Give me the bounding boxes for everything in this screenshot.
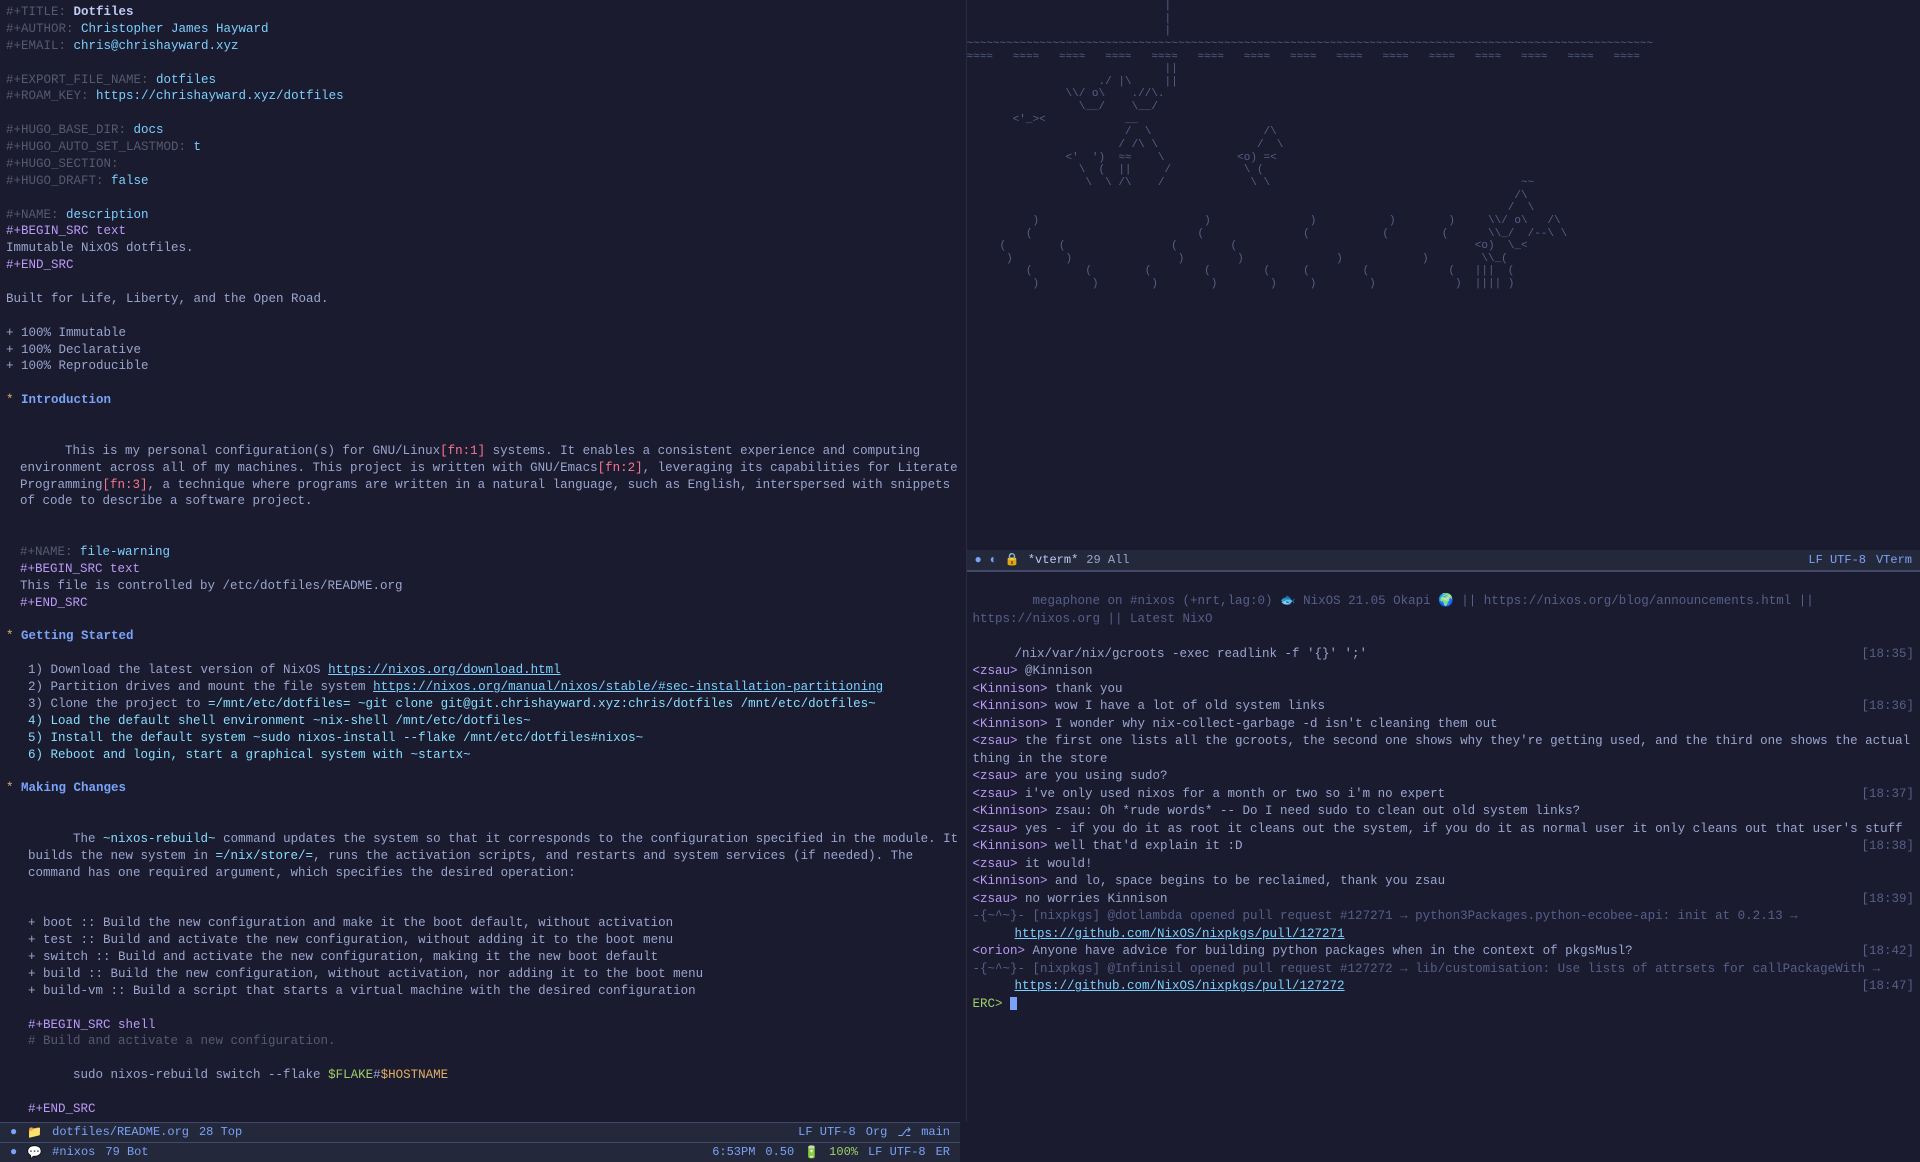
footnote-1[interactable]: [fn:1]	[440, 444, 485, 458]
end-src: #+END_SRC	[6, 258, 74, 272]
irc-message: <Kinnison> well that'd explain it :D[18:…	[973, 838, 1915, 856]
list-item: + switch :: Build and activate the new c…	[6, 949, 960, 966]
modified-indicator-icon: ●	[10, 1125, 17, 1139]
buffer-file: dotfiles/README.org	[52, 1125, 189, 1139]
irc-message: <zsau> @Kinnison	[973, 663, 1915, 681]
irc-timestamp: [18:36]	[1861, 698, 1914, 716]
git-branch: main	[921, 1125, 950, 1140]
org-editor-pane[interactable]: #+TITLE: Dotfiles #+AUTHOR: Christopher …	[0, 0, 967, 1122]
folder-icon: 📁	[27, 1125, 42, 1140]
chat-icon: 💬	[27, 1145, 42, 1160]
buffer-position: 79 Bot	[105, 1145, 148, 1159]
heading-making-changes[interactable]: Making Changes	[21, 781, 126, 795]
irc-nick: <Kinnison>	[973, 699, 1048, 713]
modified-indicator-icon: ●	[975, 553, 982, 567]
irc-pane[interactable]: megaphone on #nixos (+nrt,lag:0) 🐟 NixOS…	[967, 570, 1920, 1122]
irc-nick: <Kinnison>	[973, 874, 1048, 888]
major-mode: Org	[866, 1125, 888, 1140]
irc-message: <zsau> i've only used nixos for a month …	[973, 786, 1915, 804]
irc-message: <Kinnison> I wonder why nix-collect-garb…	[973, 716, 1915, 734]
irc-nick: <zsau>	[973, 769, 1018, 783]
list-item: + test :: Build and activate the new con…	[6, 932, 960, 949]
irc-nick: <Kinnison>	[973, 804, 1048, 818]
footnote-3[interactable]: [fn:3]	[103, 478, 148, 492]
heading-star[interactable]: *	[6, 781, 21, 795]
right-modeline: ● 💬 #nixos 79 Bot 6:53PM 0.50 🔋 100% LF …	[0, 1142, 960, 1162]
vterm-modeline: ● ◐ 🔒 *vterm* 29 All LF UTF-8 VTerm	[967, 550, 1920, 570]
load-average: 0.50	[765, 1145, 794, 1160]
irc-timestamp: [18:37]	[1861, 786, 1914, 804]
doc-author: Christopher James Hayward	[81, 22, 269, 36]
encoding: LF UTF-8	[868, 1145, 926, 1160]
buffer-name: *vterm*	[1028, 553, 1078, 567]
irc-nick: <orion>	[973, 944, 1026, 958]
bullet: + 100% Declarative	[6, 342, 960, 359]
list-item: + build-vm :: Build a script that starts…	[6, 983, 960, 1000]
irc-nick: <Kinnison>	[973, 682, 1048, 696]
bullet: + 100% Immutable	[6, 325, 960, 342]
irc-message: <zsau> yes - if you do it as root it cle…	[973, 821, 1915, 839]
partition-link[interactable]: https://nixos.org/manual/nixos/stable/#s…	[373, 680, 883, 694]
irc-message: <Kinnison> thank you	[973, 681, 1915, 699]
channel-name: #nixos	[52, 1145, 95, 1159]
bullet: + 100% Reproducible	[6, 358, 960, 375]
irc-nick: <zsau>	[973, 857, 1018, 871]
major-mode: ER	[936, 1145, 950, 1160]
vterm-pane[interactable]: | | | ~~~~~~~~~~~~~~~~~~~~~~~~~~~~~~~~~~…	[967, 0, 1920, 550]
irc-timestamp: [18:35]	[1861, 646, 1914, 664]
git-branch-icon: ⎇	[897, 1125, 911, 1140]
download-link[interactable]: https://nixos.org/download.html	[328, 663, 561, 677]
irc-timestamp: [18:39]	[1861, 891, 1914, 909]
list-item: + build :: Build the new configuration, …	[6, 966, 960, 983]
battery-percent: 100%	[829, 1145, 858, 1160]
irc-message: <zsau> the first one lists all the gcroo…	[973, 733, 1915, 768]
lock-icon: 🔒	[1005, 552, 1020, 567]
list-item: + boot :: Build the new configuration an…	[6, 915, 960, 932]
doc-email: chris@chrishayward.xyz	[74, 39, 239, 53]
heading-introduction[interactable]: Introduction	[21, 393, 111, 407]
pr-link[interactable]: https://github.com/NixOS/nixpkgs/pull/12…	[1015, 979, 1345, 993]
irc-message: <zsau> no worries Kinnison[18:39]	[973, 891, 1915, 909]
modified-indicator-icon: ●	[10, 1145, 17, 1159]
irc-nick: <zsau>	[973, 892, 1018, 906]
buffer-position: 28 Top	[199, 1125, 242, 1139]
irc-nick: <Kinnison>	[973, 717, 1048, 731]
irc-message: <zsau> are you using sudo?	[973, 768, 1915, 786]
irc-message: <zsau> it would!	[973, 856, 1915, 874]
left-modeline: ● 📁 dotfiles/README.org 28 Top LF UTF-8 …	[0, 1122, 960, 1142]
org-keyword: #+TITLE:	[6, 5, 66, 19]
erc-prompt: ERC>	[973, 997, 1011, 1011]
footnote-2[interactable]: [fn:2]	[598, 461, 643, 475]
begin-src: #+BEGIN_SRC text	[6, 224, 126, 238]
irc-timestamp: [18:38]	[1861, 838, 1914, 856]
irc-nick: <zsau>	[973, 734, 1018, 748]
irc-nick: <Kinnison>	[973, 839, 1048, 853]
heading-star[interactable]: *	[6, 393, 21, 407]
irc-nick: <zsau>	[973, 664, 1018, 678]
pr-link[interactable]: https://github.com/NixOS/nixpkgs/pull/12…	[1015, 927, 1345, 941]
clock: 6:53PM	[712, 1145, 755, 1160]
encoding: LF UTF-8	[1808, 553, 1866, 567]
src-body: Immutable NixOS dotfiles.	[6, 240, 960, 257]
ascii-art: | | | ~~~~~~~~~~~~~~~~~~~~~~~~~~~~~~~~~~…	[967, 0, 1920, 291]
heading-getting-started[interactable]: Getting Started	[21, 629, 134, 643]
irc-nick: <zsau>	[973, 787, 1018, 801]
major-mode: VTerm	[1876, 553, 1912, 567]
irc-message: <Kinnison> zsau: Oh *rude words* -- Do I…	[973, 803, 1915, 821]
tagline: Built for Life, Liberty, and the Open Ro…	[6, 291, 960, 308]
heading-star[interactable]: *	[6, 629, 21, 643]
encoding: LF UTF-8	[798, 1125, 856, 1140]
doc-title: Dotfiles	[74, 5, 134, 19]
cursor[interactable]	[1010, 997, 1017, 1010]
irc-nick: <zsau>	[973, 822, 1018, 836]
irc-message: <Kinnison> and lo, space begins to be re…	[973, 873, 1915, 891]
readonly-indicator-icon: ◐	[990, 553, 997, 567]
battery-icon: 🔋	[804, 1145, 819, 1160]
buffer-position: 29 All	[1086, 553, 1129, 567]
irc-message: <Kinnison> wow I have a lot of old syste…	[973, 698, 1915, 716]
